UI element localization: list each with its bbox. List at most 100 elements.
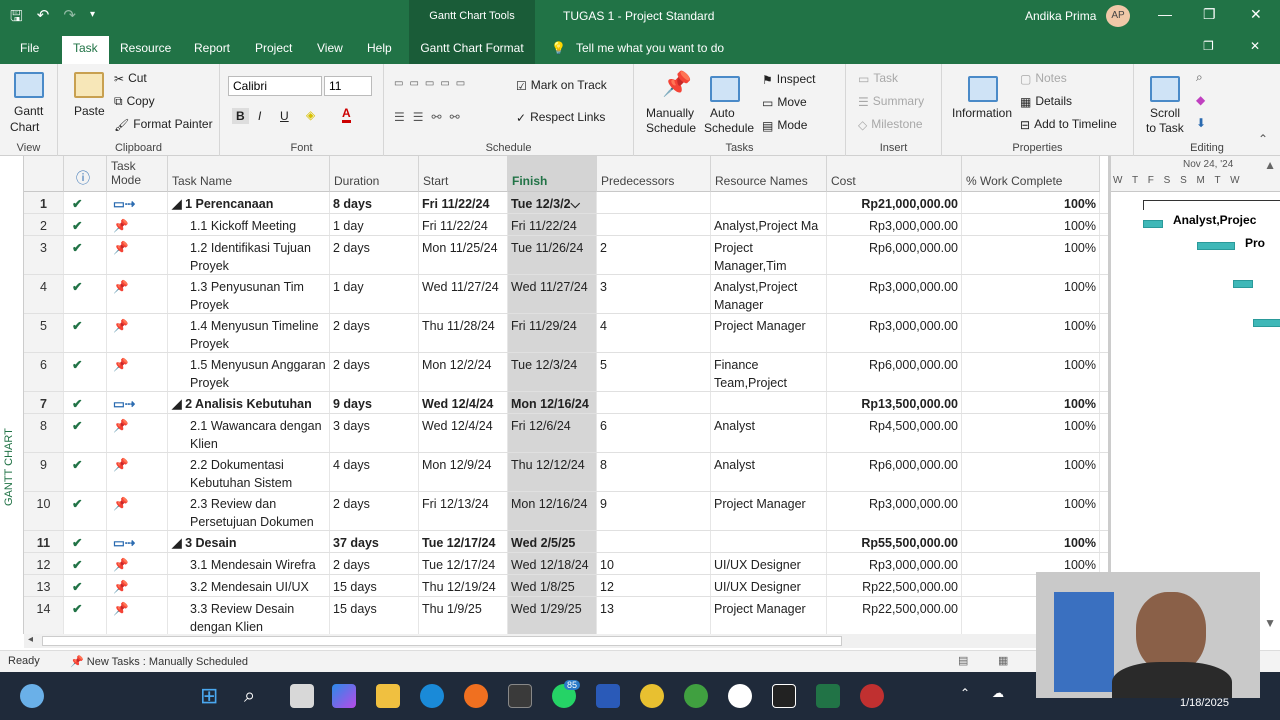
cell-name[interactable]: 3.3 Review Desain dengan Klien [168,597,330,635]
word-icon[interactable] [596,684,620,708]
cell-work[interactable]: 100% [962,275,1100,313]
cell-pred[interactable]: 13 [597,597,711,635]
cell-pred[interactable]: 12 [597,575,711,596]
cell-start[interactable]: Mon 11/25/24 [419,236,508,274]
cell-pred[interactable] [597,192,711,213]
task-view-icon[interactable] [290,684,314,708]
scroll-left-icon[interactable]: ◂ [28,634,33,645]
cell-name[interactable]: 1.2 Identifikasi Tujuan Proyek [168,236,330,274]
auto-mode-icon[interactable]: ▭⇢ [107,192,168,213]
cell-work[interactable]: 100% [962,453,1100,491]
cell-cost[interactable]: Rp6,000,000.00 [827,353,962,391]
table-row[interactable]: 11 ✔ ▭⇢ ◢ 3 Desain 37 days Tue 12/17/24 Wed 2/… [24,531,1108,553]
cell-cost[interactable]: Rp13,500,000.00 [827,392,962,413]
completed-check-icon[interactable]: ✔ [64,414,107,452]
cell-res[interactable]: Project Manager [711,314,827,352]
cell-pred[interactable]: 8 [597,453,711,491]
avatar[interactable]: AP [1106,5,1130,27]
cell-start[interactable]: Thu 11/28/24 [419,314,508,352]
completed-check-icon[interactable]: ✔ [64,531,107,552]
cell-pred[interactable]: 6 [597,414,711,452]
cell-pred[interactable]: 5 [597,353,711,391]
inspect-button[interactable]: ⚑ Inspect [762,72,815,87]
cell-start[interactable]: Mon 12/2/24 [419,353,508,391]
edge-icon[interactable] [420,684,444,708]
screen-recorder-icon[interactable] [860,684,884,708]
cell-work[interactable]: 100% [962,214,1100,235]
add-to-timeline-button[interactable]: ⊟ Add to Timeline [1020,117,1117,132]
completed-check-icon[interactable]: ✔ [64,353,107,391]
cell-name[interactable]: 3.2 Mendesain UI/UX [168,575,330,596]
customize-qat-icon[interactable]: ▾ [90,9,95,31]
cell-start[interactable]: Mon 12/9/24 [419,453,508,491]
italic-button[interactable]: I [258,109,261,123]
completed-check-icon[interactable]: ✔ [64,575,107,596]
tell-me-search[interactable]: Tell me what you want to do [576,41,724,55]
cell-id[interactable]: 3 [24,236,64,274]
minimize-icon[interactable]: — [1158,6,1172,22]
cell-cost[interactable]: Rp22,500,000.00 [827,597,962,635]
completed-check-icon[interactable]: ✔ [64,275,107,313]
percent-complete-icons[interactable]: ▭▭▭▭▭ [394,78,471,89]
chart-label[interactable]: Chart [10,120,39,134]
mode-button[interactable]: ▤ Mode [762,118,807,133]
respect-links-button[interactable]: ✓ Respect Links [516,110,605,125]
manual-mode-icon[interactable]: 📌 [107,453,168,491]
cell-pred[interactable]: 2 [597,236,711,274]
media-player-icon[interactable] [728,684,752,708]
manual-mode-icon[interactable]: 📌 [107,553,168,574]
header-indicators[interactable]: ⓘ [64,156,107,192]
cell-res[interactable]: Project Manager [711,492,827,530]
cell-duration[interactable]: 1 day [330,275,419,313]
cell-id[interactable]: 14 [24,597,64,635]
insert-task-button[interactable]: ▭ Task [858,71,898,86]
cell-finish[interactable]: Tue 11/26/24 [508,236,597,274]
summary-bar[interactable] [1143,200,1280,210]
completed-check-icon[interactable]: ✔ [64,314,107,352]
cell-start[interactable]: Thu 12/19/24 [419,575,508,596]
cell-cost[interactable]: Rp3,000,000.00 [827,214,962,235]
chrome-icon[interactable] [640,684,664,708]
scroll-to-task-icon[interactable] [1150,76,1180,102]
weather-icon[interactable] [20,684,44,708]
cell-finish[interactable]: Tue 12/3/2⌵ [508,192,597,213]
highlight-icon[interactable]: ◈ [306,108,315,122]
cell-duration[interactable]: 2 days [330,314,419,352]
table-row[interactable]: 5 ✔ 📌 1.4 Menyusun Timeline Proyek 2 days Thu… [24,314,1108,353]
cell-work[interactable]: 100% [962,553,1100,574]
cell-cost[interactable]: Rp55,500,000.00 [827,531,962,552]
tab-view[interactable]: View [317,41,343,55]
manual-mode-icon[interactable]: 📌 [107,236,168,274]
cell-duration[interactable]: 3 days [330,414,419,452]
cell-finish[interactable]: Mon 12/16/24 [508,392,597,413]
table-row[interactable]: 8 ✔ 📌 2.1 Wawancara dengan Klien 3 days Wed 1… [24,414,1108,453]
cell-res[interactable] [711,531,827,552]
tab-report[interactable]: Report [194,41,230,55]
onedrive-icon[interactable]: ☁ [992,686,1004,700]
scroll-label[interactable]: Scroll [1150,106,1180,120]
cell-pred[interactable]: 3 [597,275,711,313]
manual-schedule-label[interactable]: Schedule [646,121,696,135]
cell-res[interactable]: Analyst,Project Manager [711,275,827,313]
cell-finish[interactable]: Fri 11/29/24 [508,314,597,352]
manual-mode-icon[interactable]: 📌 [107,414,168,452]
cell-id[interactable]: 9 [24,453,64,491]
capcut-icon[interactable] [772,684,796,708]
header-duration[interactable]: Duration [330,156,419,192]
header-start[interactable]: Start [419,156,508,192]
cell-res[interactable]: Project Manager,Tim [711,236,827,274]
cell-res[interactable]: Analyst [711,453,827,491]
search-icon[interactable]: ⌕ [244,684,268,708]
cell-pred[interactable] [597,392,711,413]
cell-name[interactable]: ◢ 3 Desain [168,531,330,552]
tab-project[interactable]: Project [255,41,292,55]
cell-pred[interactable]: 4 [597,314,711,352]
auto-schedule-icon[interactable] [710,76,740,102]
bold-button[interactable]: B [232,108,249,124]
manual-mode-icon[interactable]: 📌 [107,492,168,530]
cell-start[interactable]: Fri 11/22/24 [419,192,508,213]
cell-finish[interactable]: Fri 12/6/24 [508,414,597,452]
scroll-up-icon[interactable]: ▲ [1264,158,1276,172]
tab-gantt-chart-format[interactable]: Gantt Chart Format [409,32,535,64]
cell-cost[interactable]: Rp3,000,000.00 [827,314,962,352]
